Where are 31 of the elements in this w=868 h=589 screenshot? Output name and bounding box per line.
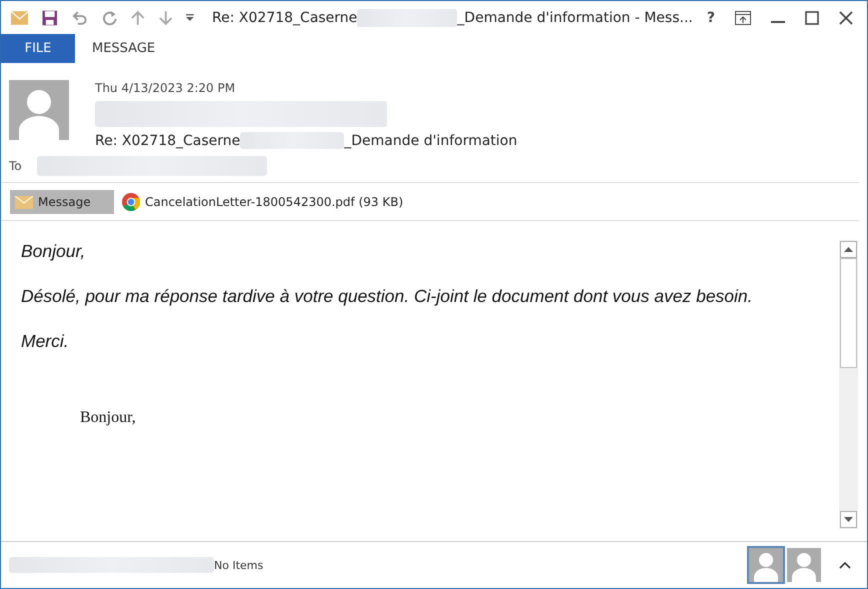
message-paragraph: Bonjour,: [21, 240, 86, 262]
message-attachment[interactable]: Message: [10, 190, 114, 214]
subject: _Demande d'information: [344, 132, 518, 148]
message-paragraph: Merci.: [21, 330, 70, 352]
help-button[interactable]: ?: [706, 10, 715, 26]
message-paragraph: Bonjour,: [80, 409, 137, 427]
window-title: _Demande d'information - Mess...: [457, 10, 693, 26]
customize-icon[interactable]: [186, 14, 194, 22]
status-text: No Items: [214, 558, 264, 572]
to-label: To: [9, 159, 22, 173]
save-icon[interactable]: [42, 10, 58, 26]
undo-icon[interactable]: [72, 10, 88, 26]
message-paragraph: Désolé, pour ma réponse tardive à votre question. Ci-joint le document dont vous avez besoin.: [21, 285, 754, 307]
scroll-down-icon[interactable]: [840, 511, 857, 528]
sent-date: Thu 4/13/2023 2:20 PM: [95, 81, 236, 95]
ribbon-tab[interactable]: FILE: [1, 34, 75, 63]
scrollbar[interactable]: [839, 240, 858, 529]
envelope-icon: [15, 196, 33, 208]
close-icon[interactable]: [839, 10, 853, 24]
scroll-thumb[interactable]: [840, 258, 857, 368]
maximize-icon[interactable]: [805, 10, 819, 24]
avatar-icon: [9, 80, 69, 140]
redo-icon[interactable]: [102, 10, 118, 26]
subject: Re: X02718_Caserne: [95, 132, 240, 148]
scroll-up-icon[interactable]: [840, 241, 857, 258]
restore-ribbon-icon[interactable]: [735, 10, 751, 24]
window-title: Re: X02718_Caserne: [212, 10, 358, 26]
expand-icon[interactable]: [839, 561, 851, 569]
browser-icon: [122, 193, 140, 211]
file-attachment[interactable]: CancelationLetter-1800542300.pdf (93 KB): [119, 190, 406, 214]
ribbon-tab[interactable]: MESSAGE: [75, 34, 172, 63]
